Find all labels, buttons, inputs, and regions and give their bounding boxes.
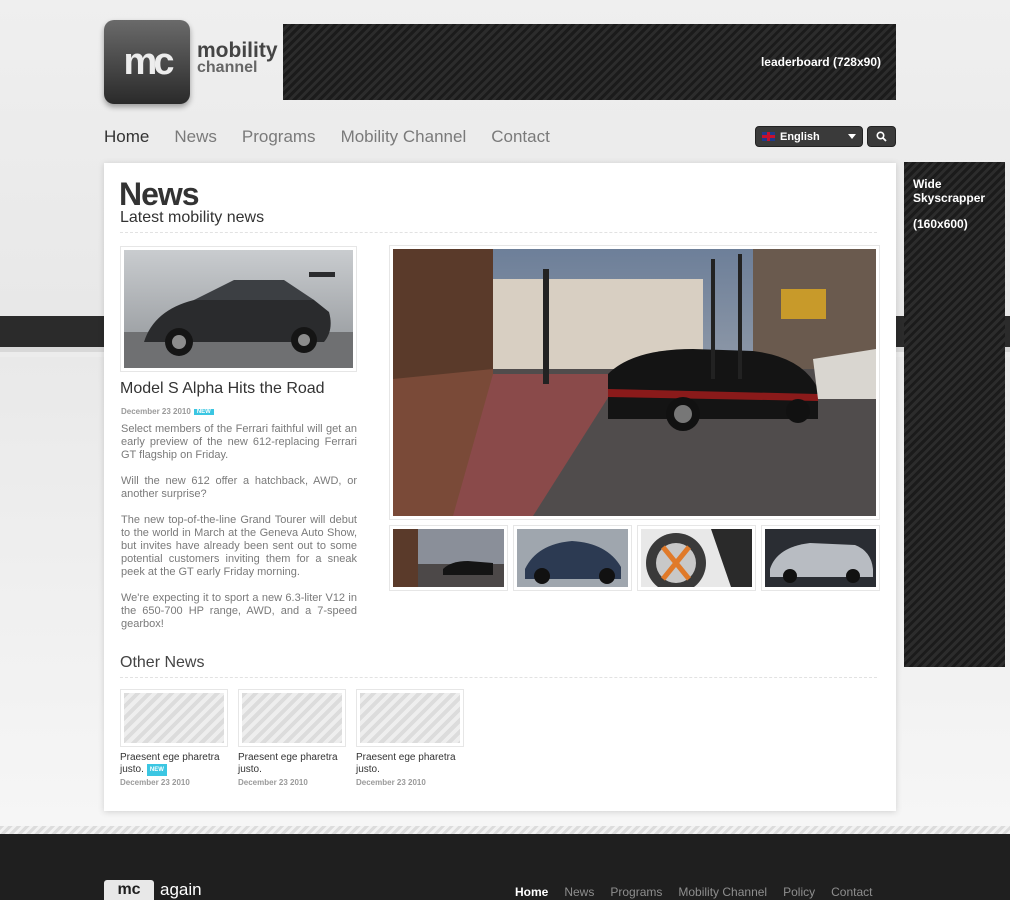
skyscraper-ad[interactable]: Wide Skyscrapper (160x600) bbox=[904, 162, 1005, 667]
search-icon bbox=[876, 131, 887, 142]
other-news-item-title[interactable]: Praesent ege pharetra justo. bbox=[356, 752, 456, 775]
other-news-item-title[interactable]: Praesent ege pharetra justo. bbox=[120, 752, 220, 775]
uk-flag-icon bbox=[762, 132, 775, 141]
site-logo-icon[interactable]: mc bbox=[104, 20, 190, 104]
footer-logo-mark: mc bbox=[104, 880, 154, 900]
leaderboard-ad[interactable]: leaderboard (728x90) bbox=[283, 24, 896, 100]
other-news-date: December 23 2010 bbox=[120, 778, 190, 787]
other-news-item-title[interactable]: Praesent ege pharetra justo. bbox=[238, 752, 338, 775]
car-photo-image bbox=[124, 250, 353, 368]
footer-stripe bbox=[0, 826, 1010, 834]
title-divider bbox=[120, 232, 877, 233]
skyscraper-size: (160x600) bbox=[913, 217, 968, 231]
language-selected: English bbox=[780, 130, 820, 143]
article-body: Select members of the Ferrari faithful w… bbox=[121, 423, 357, 644]
other-news-item[interactable]: Praesent ege pharetra justo. December 23… bbox=[356, 689, 464, 787]
footer-nav-programs[interactable]: Programs bbox=[610, 885, 662, 899]
nav-programs[interactable]: Programs bbox=[242, 127, 316, 147]
footer-nav-news[interactable]: News bbox=[564, 885, 594, 899]
street-car-photo-image bbox=[393, 249, 876, 516]
page-subtitle: Latest mobility news bbox=[120, 209, 265, 226]
other-news-thumbnail[interactable] bbox=[356, 689, 464, 747]
footer-nav-policy[interactable]: Policy bbox=[783, 885, 815, 899]
footer-logo-text: again bbox=[160, 880, 202, 899]
other-news-thumbnail[interactable] bbox=[238, 689, 346, 747]
new-badge: NEW bbox=[193, 409, 214, 415]
gallery-main-image[interactable] bbox=[389, 245, 880, 520]
language-select[interactable]: English bbox=[755, 126, 863, 147]
nav-contact[interactable]: Contact bbox=[491, 127, 550, 147]
nav-mobility-channel[interactable]: Mobility Channel bbox=[341, 127, 467, 147]
page-title: News bbox=[119, 176, 200, 212]
chevron-down-icon bbox=[848, 134, 856, 139]
article-title[interactable]: Model S Alpha Hits the Road bbox=[120, 380, 325, 398]
logo-line-1: mobility bbox=[197, 39, 278, 62]
gallery-thumb[interactable] bbox=[761, 525, 880, 591]
thumb-blue-supercar-image bbox=[517, 529, 628, 587]
article-date: December 23 2010 bbox=[121, 407, 191, 416]
site-logo-text[interactable]: mobility channel bbox=[197, 39, 278, 76]
other-news-item[interactable]: Praesent ege pharetra justo. December 23… bbox=[238, 689, 346, 787]
footer-nav-home[interactable]: Home bbox=[515, 885, 548, 899]
other-news-thumbnail[interactable] bbox=[120, 689, 228, 747]
footer-nav-contact[interactable]: Contact bbox=[831, 885, 872, 899]
new-badge: NEW bbox=[146, 764, 167, 776]
gallery-thumb[interactable] bbox=[637, 525, 756, 591]
article-thumbnail[interactable] bbox=[120, 246, 357, 372]
article-paragraph: Select members of the Ferrari faithful w… bbox=[121, 423, 357, 461]
other-news-divider bbox=[120, 677, 877, 678]
article-paragraph: We're expecting it to sport a new 6.3-li… bbox=[121, 592, 357, 630]
other-news-item[interactable]: Praesent ege pharetra justo. NEW December… bbox=[120, 689, 228, 787]
article-paragraph: The new top-of-the-line Grand Tourer wil… bbox=[121, 514, 357, 578]
thumb-street-car-image bbox=[393, 529, 504, 587]
leaderboard-label: leaderboard (728x90) bbox=[760, 55, 881, 69]
skyscraper-label: Wide Skyscrapper bbox=[913, 177, 986, 205]
footer-logo[interactable]: mc again bbox=[104, 880, 202, 900]
logo-mark: mc bbox=[123, 40, 175, 83]
gallery-thumb[interactable] bbox=[513, 525, 632, 591]
other-news-date: December 23 2010 bbox=[356, 778, 426, 787]
search-button[interactable] bbox=[867, 126, 896, 147]
gallery-thumb[interactable] bbox=[389, 525, 508, 591]
main-nav: Home News Programs Mobility Channel Cont… bbox=[104, 127, 550, 147]
thumb-wheel-image bbox=[641, 529, 752, 587]
article-paragraph: Will the new 612 offer a hatchback, AWD,… bbox=[121, 475, 357, 500]
article-meta: December 23 2010 NEW bbox=[121, 401, 214, 419]
footer-nav-mobility-channel[interactable]: Mobility Channel bbox=[678, 885, 767, 899]
nav-news[interactable]: News bbox=[174, 127, 217, 147]
thumb-silver-wagon-image bbox=[765, 529, 876, 587]
other-news-title: Other News bbox=[120, 654, 205, 671]
other-news-date: December 23 2010 bbox=[238, 778, 308, 787]
footer-nav: Home News Programs Mobility Channel Poli… bbox=[515, 885, 872, 899]
nav-home[interactable]: Home bbox=[104, 127, 149, 147]
